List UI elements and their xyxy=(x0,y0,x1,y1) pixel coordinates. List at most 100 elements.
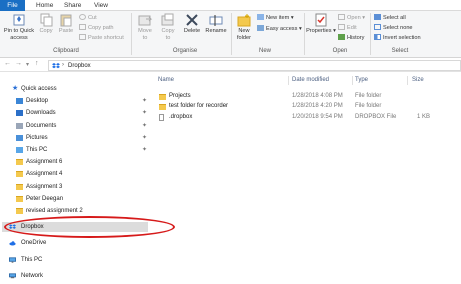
new-folder-label-2: folder xyxy=(237,34,251,41)
paste-button[interactable]: Paste xyxy=(56,13,76,35)
new-item-label: New item xyxy=(266,15,290,21)
file-date: 1/28/2018 4:20 PM xyxy=(292,103,343,109)
nav-item-documents[interactable]: Documents ✦ xyxy=(0,121,150,131)
column-header-date-modified[interactable]: Date modified xyxy=(292,77,329,83)
column-header-type[interactable]: Type xyxy=(355,77,368,83)
file-size: 1 KB xyxy=(417,114,431,120)
properties-button[interactable]: Properties ▾ xyxy=(306,13,336,35)
pin-icon[interactable]: ✦ xyxy=(142,121,147,131)
nav-item-label: Desktop xyxy=(26,98,49,104)
paste-shortcut-button[interactable]: Paste shortcut xyxy=(79,34,124,42)
chevron-down-icon: ▾ xyxy=(333,28,336,34)
pin-to-quick-access-button[interactable]: Pin to Quick access xyxy=(2,13,36,41)
new-folder-icon xyxy=(237,14,251,27)
address-box[interactable]: › Dropbox xyxy=(48,60,461,71)
open-label: Open xyxy=(347,15,361,21)
select-none-button[interactable]: Select none xyxy=(374,24,413,32)
pin-label-1: Pin to Quick xyxy=(3,28,35,34)
nav-item-this-pc[interactable]: This PC xyxy=(0,255,150,265)
pin-icon[interactable]: ✦ xyxy=(142,145,147,155)
nav-item-this-pc[interactable]: This PC ✦ xyxy=(0,145,150,155)
copy-path-button[interactable]: Copy path xyxy=(79,24,114,32)
column-header-size[interactable]: Size xyxy=(412,77,424,83)
ribbon-divider xyxy=(304,13,305,55)
copy-to-button[interactable]: Copy to xyxy=(157,13,179,41)
nav-item-downloads[interactable]: Downloads ✦ xyxy=(0,108,150,118)
file-type: File folder xyxy=(355,103,382,109)
nav-item-label: Pictures xyxy=(26,135,48,141)
column-header-name[interactable]: Name xyxy=(158,77,174,83)
properties-icon xyxy=(315,13,327,27)
pin-icon[interactable]: ✦ xyxy=(142,108,147,118)
rename-icon xyxy=(209,15,223,26)
easy-access-label: Easy access xyxy=(266,26,298,32)
copy-icon xyxy=(40,13,53,27)
move-to-button[interactable]: Move to xyxy=(134,13,156,41)
file-type: DROPBOX File xyxy=(355,114,397,120)
nav-item-quick-access[interactable]: ★ Quick access xyxy=(0,84,150,94)
nav-item-label: Assignment 3 xyxy=(26,184,63,190)
file-row[interactable]: Projects 1/28/2018 4:08 PM File folder xyxy=(152,92,461,101)
column-divider xyxy=(352,76,353,85)
back-arrow-icon[interactable]: ← xyxy=(4,60,11,67)
clipboard-group-label: Clipboard xyxy=(53,48,79,54)
invert-selection-button[interactable]: Invert selection xyxy=(374,34,421,42)
file-date: 1/28/2018 4:08 PM xyxy=(292,93,343,99)
nav-item-assignment-6[interactable]: Assignment 6 xyxy=(0,157,150,167)
up-arrow-icon[interactable]: ↑ xyxy=(35,60,39,67)
file-row[interactable]: .dropbox 1/20/2018 9:54 PM DROPBOX File 1 K… xyxy=(152,113,461,122)
breadcrumb-chevron-icon: › xyxy=(62,62,64,68)
rename-button[interactable]: Rename xyxy=(204,13,228,35)
select-all-button[interactable]: Select all xyxy=(374,14,406,22)
select-all-label: Select all xyxy=(383,15,406,21)
nav-item-revised-assignment-2[interactable]: revised assignment 2 xyxy=(0,206,150,216)
nav-item-pictures[interactable]: Pictures ✦ xyxy=(0,133,150,143)
recent-chevron-icon[interactable]: ▾ xyxy=(26,61,29,68)
computer-icon xyxy=(9,257,16,263)
scissors-icon xyxy=(79,14,86,20)
file-list: Name Date modified Type Size Projects 1/2… xyxy=(152,73,461,284)
new-folder-button[interactable]: New folder xyxy=(233,13,255,41)
star-icon: ★ xyxy=(12,85,19,92)
nav-item-label: This PC xyxy=(21,257,43,263)
file-row[interactable]: test folder for recorder 1/28/2018 4:20 P… xyxy=(152,102,461,111)
easy-access-button[interactable]: Easy access ▾ xyxy=(257,25,302,33)
nav-item-onedrive[interactable]: OneDrive xyxy=(0,238,150,248)
history-button[interactable]: History xyxy=(338,34,364,42)
nav-item-assignment-4[interactable]: Assignment 4 xyxy=(0,169,150,179)
copy-to-label-2: to xyxy=(165,34,171,41)
copy-path-icon xyxy=(79,24,86,30)
delete-button[interactable]: Delete xyxy=(181,13,203,35)
breadcrumb[interactable]: Dropbox xyxy=(68,62,91,70)
pin-icon[interactable]: ✦ xyxy=(142,133,147,143)
copy-button[interactable]: Copy xyxy=(37,13,55,35)
nav-item-peter-deegan[interactable]: Peter Deegan xyxy=(0,194,150,204)
nav-item-label: OneDrive xyxy=(21,240,47,246)
open-button[interactable]: Open ▾ xyxy=(338,14,365,22)
select-all-icon xyxy=(374,14,381,20)
cut-button[interactable]: Cut xyxy=(79,14,97,22)
edit-button[interactable]: Edit xyxy=(338,24,357,32)
nav-item-assignment-3[interactable]: Assignment 3 xyxy=(0,182,150,192)
nav-item-desktop[interactable]: Desktop ✦ xyxy=(0,96,150,106)
nav-item-label: Downloads xyxy=(26,110,56,116)
pin-icon[interactable]: ✦ xyxy=(142,96,147,106)
tab-share[interactable]: Share xyxy=(58,0,87,11)
nav-item-network[interactable]: Network xyxy=(0,271,150,281)
new-item-button[interactable]: New item ▾ xyxy=(257,14,294,22)
rename-label: Rename xyxy=(205,28,227,34)
tab-view[interactable]: View xyxy=(88,0,114,11)
tab-file[interactable]: File xyxy=(0,0,25,11)
organise-group-label: Organise xyxy=(172,48,198,54)
folder-icon xyxy=(159,94,166,100)
tab-home[interactable]: Home xyxy=(30,0,59,11)
open-group-label: Open xyxy=(332,48,348,54)
nav-item-label: revised assignment 2 xyxy=(26,208,83,214)
invert-selection-label: Invert selection xyxy=(383,35,421,41)
forward-arrow-icon[interactable]: → xyxy=(15,60,22,67)
file-name: Projects xyxy=(169,93,191,99)
folder-icon xyxy=(16,171,23,177)
nav-item-label: Quick access xyxy=(21,86,57,92)
new-item-icon xyxy=(257,14,264,20)
move-to-label-1: Move xyxy=(138,28,152,34)
